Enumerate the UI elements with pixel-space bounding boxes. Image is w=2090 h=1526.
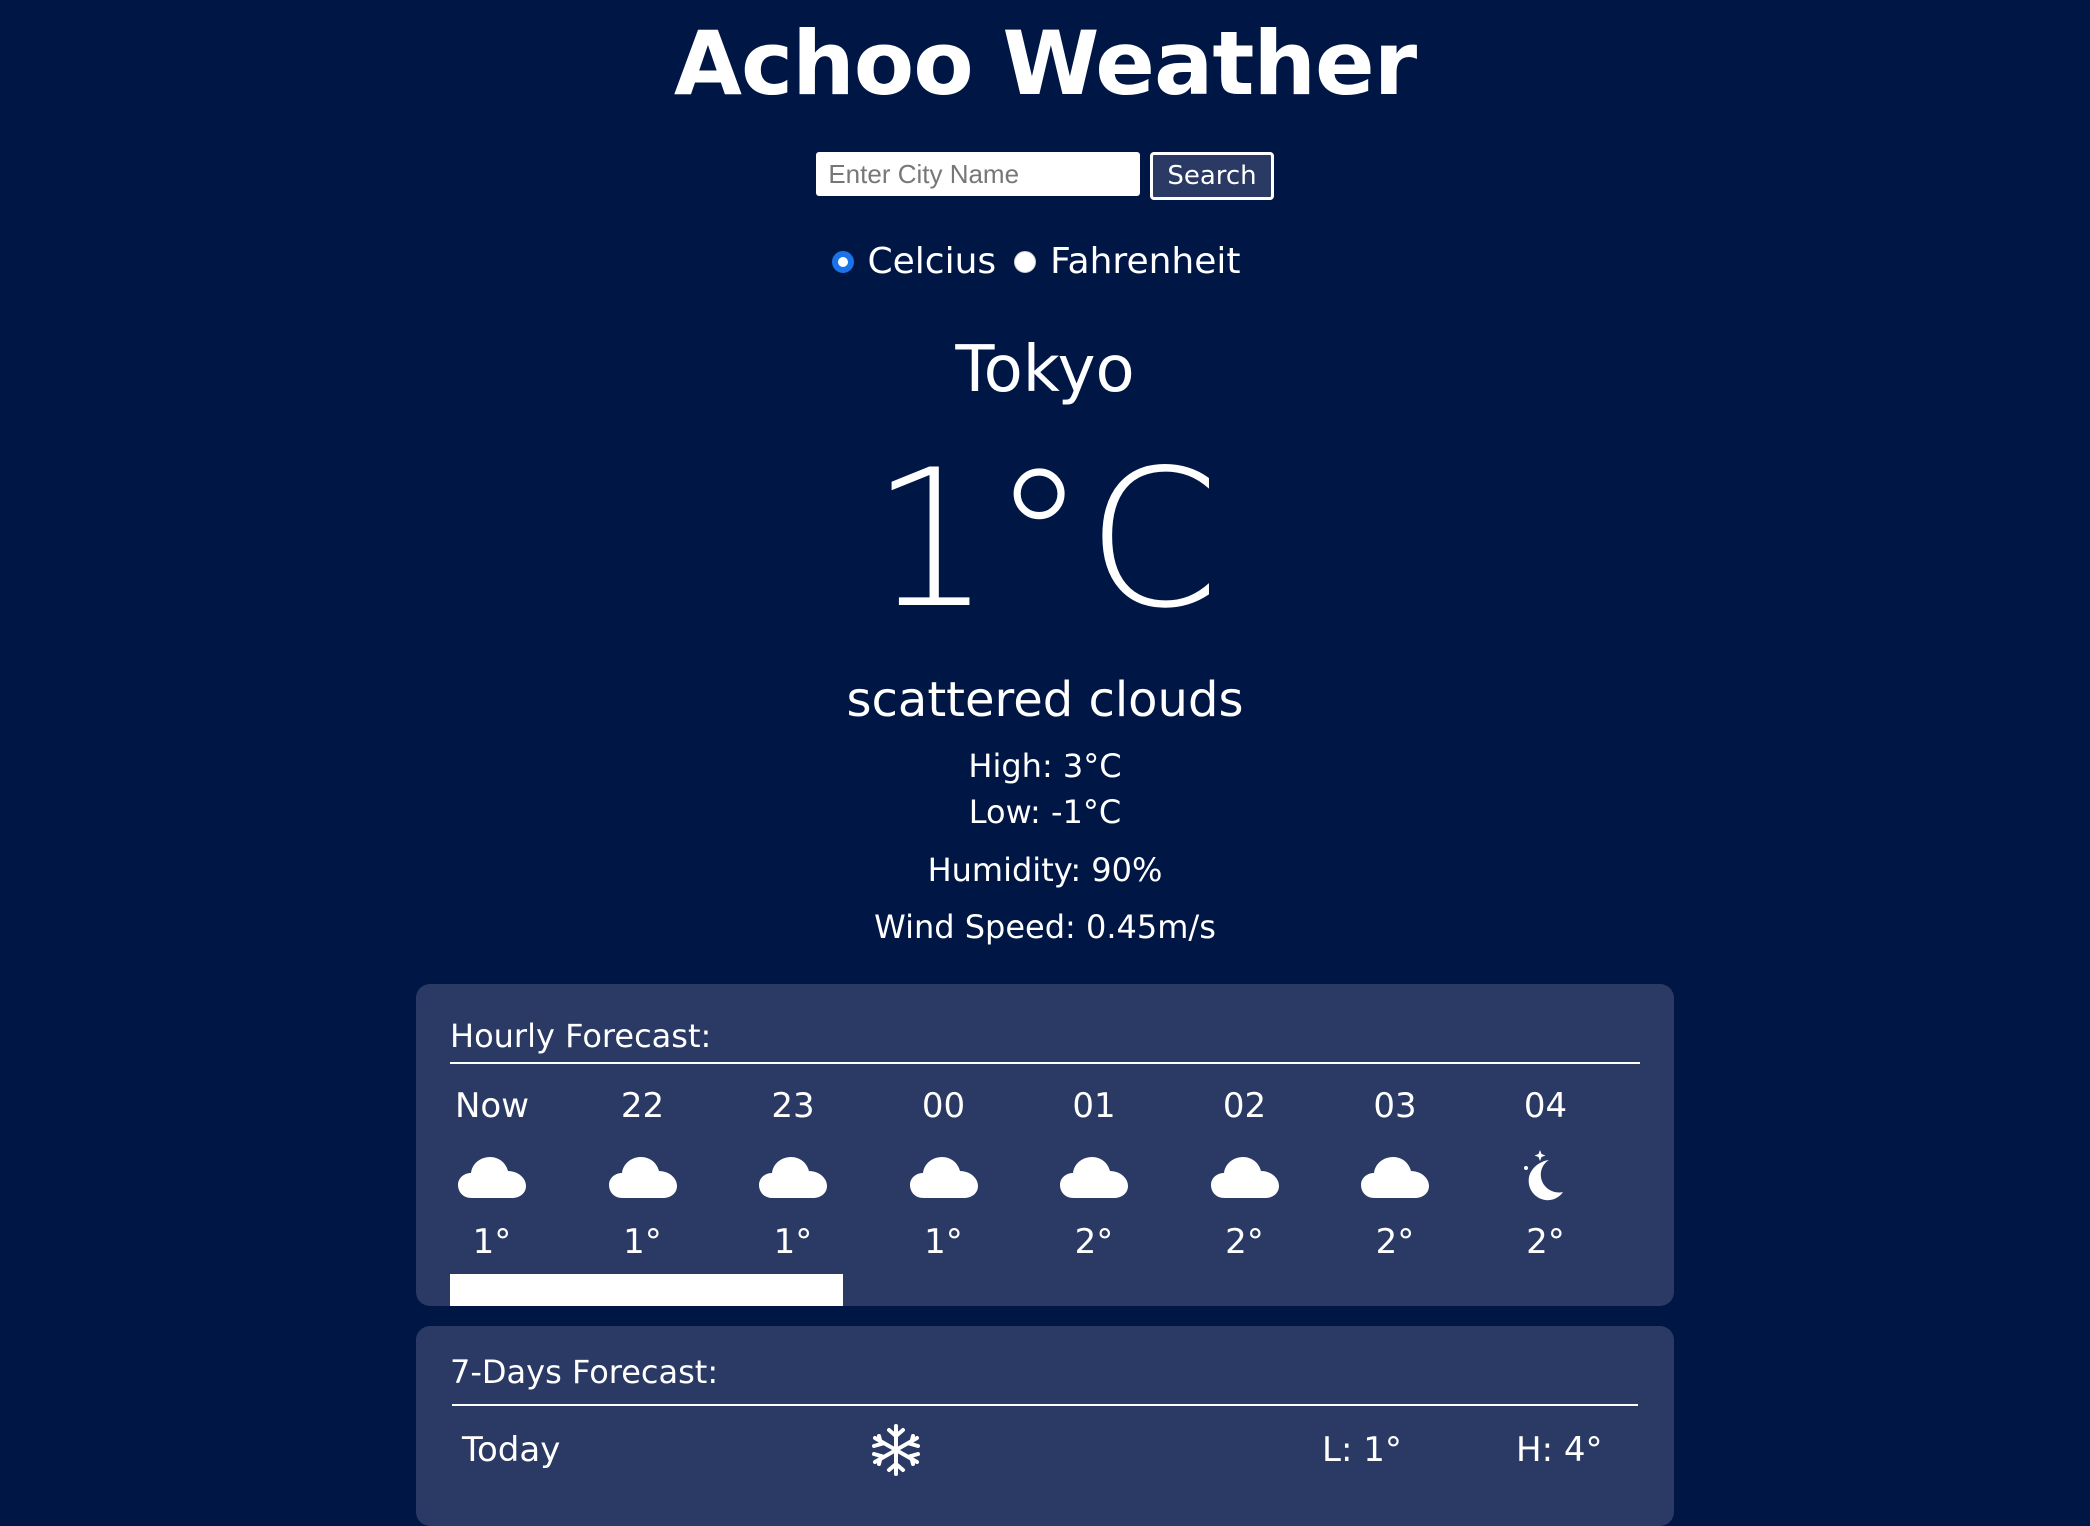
cloud-icon	[723, 1144, 863, 1208]
cloud-icon	[573, 1144, 713, 1208]
humidity: Humidity: 90%	[927, 851, 1163, 889]
low-temperature: Low: -1°C	[968, 793, 1122, 831]
city-search-input[interactable]	[816, 152, 1141, 196]
hourly-temp: 1°	[924, 1222, 963, 1262]
cloud-icon	[1325, 1144, 1465, 1208]
hourly-item: 00 1°	[874, 1084, 1014, 1264]
moon-icon	[1476, 1144, 1616, 1208]
daily-forecast-title: 7-Days Forecast:	[450, 1353, 719, 1391]
hourly-temp: 2°	[1225, 1222, 1264, 1262]
app-title: Achoo Weather	[673, 12, 1417, 115]
celcius-label[interactable]: Celcius	[868, 238, 997, 286]
hourly-item: 23 1°	[723, 1084, 863, 1264]
search-button[interactable]: Search	[1150, 152, 1274, 200]
hourly-temp: 2°	[1074, 1222, 1114, 1262]
cloud-icon	[874, 1144, 1014, 1208]
wind-speed: Wind Speed: 0.45m/s	[874, 908, 1216, 946]
hourly-time: 23	[771, 1086, 815, 1126]
daily-row: Today L: 1° H: 4°	[450, 1420, 1640, 1480]
hourly-item: Now 1°	[422, 1084, 562, 1264]
hourly-forecast-title: Hourly Forecast:	[450, 1017, 712, 1055]
hourly-time: 02	[1222, 1086, 1267, 1126]
hourly-time: Now	[454, 1086, 530, 1126]
city-name: Tokyo	[955, 333, 1135, 407]
unit-toggle: Celcius Fahrenheit	[0, 238, 2090, 286]
cloud-icon	[1024, 1144, 1164, 1208]
fahrenheit-radio[interactable]	[1014, 251, 1037, 273]
hourly-item: 02 2°	[1175, 1084, 1315, 1264]
hourly-scrollbar-thumb[interactable]	[450, 1274, 843, 1306]
daily-forecast-panel: 7-Days Forecast: Today L: 1° H: 4°	[416, 1326, 1674, 1526]
hourly-temp: 1°	[623, 1222, 662, 1262]
hourly-time: 22	[620, 1086, 665, 1126]
daily-high: H: 4°	[1516, 1430, 1603, 1470]
hourly-item: 22 1°	[573, 1084, 713, 1264]
hourly-temp: 1°	[773, 1222, 813, 1262]
snowflake-icon	[868, 1422, 924, 1497]
hourly-scrollbar[interactable]	[450, 1274, 1640, 1306]
hourly-temp: 2°	[1375, 1222, 1415, 1262]
cloud-icon	[1175, 1144, 1315, 1208]
hourly-temp: 2°	[1526, 1222, 1565, 1262]
hourly-time: 03	[1373, 1086, 1417, 1126]
current-temperature: 1°C	[870, 429, 1220, 650]
weather-description: scattered clouds	[846, 672, 1244, 728]
hourly-time: 04	[1523, 1086, 1568, 1126]
fahrenheit-label[interactable]: Fahrenheit	[1050, 238, 1240, 286]
daily-divider	[452, 1404, 1638, 1406]
hourly-temp: 1°	[472, 1222, 512, 1262]
daily-low: L: 1°	[1322, 1430, 1402, 1470]
search-bar: Search	[0, 152, 2090, 200]
daily-day-label: Today	[462, 1430, 561, 1470]
celcius-radio[interactable]	[831, 251, 854, 273]
hourly-item: 03 2°	[1325, 1084, 1465, 1264]
hourly-forecast-panel: Hourly Forecast: Now 1° 22 1° 23 1° 00 1° 01 2° 02…	[416, 984, 1674, 1306]
hourly-divider	[450, 1062, 1640, 1064]
hourly-time: 01	[1072, 1086, 1116, 1126]
high-temperature: High: 3°C	[968, 747, 1122, 785]
hourly-time: 00	[921, 1086, 966, 1126]
hourly-item: 01 2°	[1024, 1084, 1164, 1264]
cloud-icon	[422, 1144, 562, 1208]
hourly-item: 04 2°	[1476, 1084, 1616, 1264]
